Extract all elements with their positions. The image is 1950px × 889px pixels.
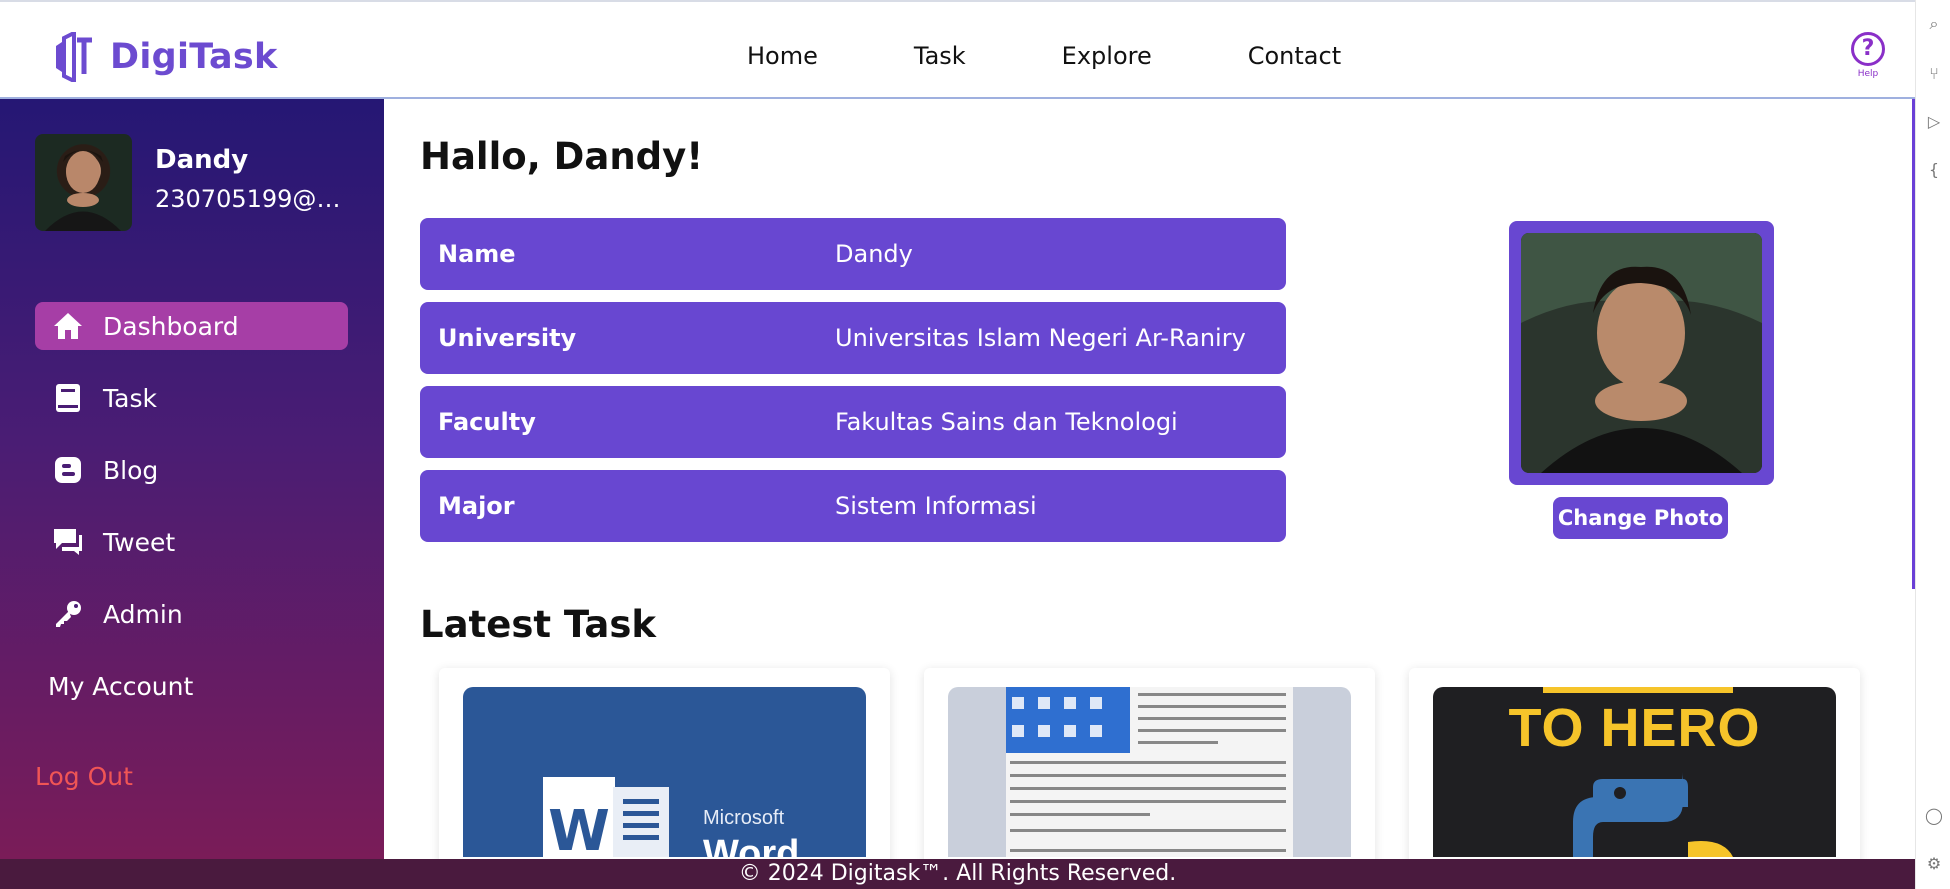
sidebar-item-admin[interactable]: Admin bbox=[35, 590, 348, 638]
profile-name: Dandy bbox=[155, 145, 249, 175]
info-label: University bbox=[438, 324, 577, 352]
task-card[interactable]: TO HERO bbox=[1409, 668, 1860, 868]
nav-link-home[interactable]: Home bbox=[747, 42, 818, 70]
nav-link-explore[interactable]: Explore bbox=[1062, 42, 1152, 70]
info-value: Sistem Informasi bbox=[835, 492, 1037, 520]
blogger-icon bbox=[51, 453, 85, 487]
sidebar-item-label: Blog bbox=[103, 455, 159, 485]
profile-photo bbox=[1521, 233, 1762, 473]
task-card[interactable] bbox=[924, 668, 1375, 868]
search-icon[interactable]: ⌕ bbox=[1924, 14, 1944, 34]
latest-task-heading: Latest Task bbox=[420, 603, 656, 646]
change-photo-button[interactable]: Change Photo bbox=[1553, 497, 1728, 539]
profile-info-table: Name Dandy University Universitas Islam … bbox=[420, 218, 1286, 554]
svg-text:W: W bbox=[548, 799, 610, 857]
info-label: Name bbox=[438, 240, 516, 268]
profile-photo-frame bbox=[1509, 221, 1774, 485]
nav-link-task[interactable]: Task bbox=[914, 42, 966, 70]
digitask-logo-icon bbox=[56, 32, 92, 82]
sidebar-item-label: Task bbox=[103, 383, 157, 413]
task-card[interactable]: W Microsoft Word bbox=[439, 668, 890, 868]
help-label: Help bbox=[1857, 69, 1879, 79]
logout-link[interactable]: Log Out bbox=[35, 762, 133, 791]
help-icon: ? bbox=[1851, 32, 1885, 66]
page-title: Hallo, Dandy! bbox=[420, 135, 704, 178]
nav-link-contact[interactable]: Contact bbox=[1248, 42, 1341, 70]
sidebar-item-label: My Account bbox=[48, 671, 194, 701]
sidebar-item-label: Tweet bbox=[103, 527, 176, 557]
task-thumbnail bbox=[948, 687, 1351, 857]
sidebar-item-label: Dashboard bbox=[103, 311, 239, 341]
sidebar-item-label: Admin bbox=[103, 599, 183, 629]
brand-name: DigiTask bbox=[110, 37, 278, 77]
key-icon bbox=[51, 597, 85, 631]
task-thumbnail: TO HERO bbox=[1433, 687, 1836, 857]
avatar bbox=[35, 134, 132, 231]
info-row-university: University Universitas Islam Negeri Ar-R… bbox=[420, 302, 1286, 374]
chat-icon bbox=[51, 525, 85, 559]
help-button[interactable]: ? Help bbox=[1848, 32, 1888, 79]
sidebar-item-task[interactable]: Task bbox=[35, 374, 348, 422]
sidebar-menu: Dashboard Task Blog Tweet Admin My Accou… bbox=[35, 302, 348, 734]
source-control-icon[interactable]: ⑂ bbox=[1924, 64, 1944, 84]
brand[interactable]: DigiTask bbox=[52, 32, 278, 82]
footer: © 2024 Digitask™. All Rights Reserved. bbox=[0, 859, 1915, 889]
run-debug-icon[interactable]: ▷ bbox=[1924, 112, 1944, 132]
info-value: Fakultas Sains dan Teknologi bbox=[835, 408, 1178, 436]
side-toolbar: ⌕ ⑂ ▷ { ◯ ⚙ bbox=[1915, 0, 1950, 889]
task-thumb-text: TO HERO bbox=[1508, 698, 1761, 758]
info-label: Faculty bbox=[438, 408, 536, 436]
nav-links: Home Task Explore Contact bbox=[747, 42, 1437, 70]
sidebar-item-dashboard[interactable]: Dashboard bbox=[35, 302, 348, 350]
profile-email: 230705199@st... bbox=[155, 185, 345, 213]
sidebar: Dandy 230705199@st... Dashboard Task Blo… bbox=[0, 99, 384, 859]
task-thumb-text: Microsoft bbox=[703, 807, 785, 829]
info-value: Dandy bbox=[835, 240, 913, 268]
account-icon[interactable]: ◯ bbox=[1924, 806, 1944, 826]
info-row-name: Name Dandy bbox=[420, 218, 1286, 290]
settings-gear-icon[interactable]: ⚙ bbox=[1924, 854, 1944, 874]
home-icon bbox=[51, 309, 85, 343]
sidebar-item-my-account[interactable]: My Account bbox=[35, 662, 348, 710]
book-icon bbox=[51, 381, 85, 415]
braces-icon[interactable]: { bbox=[1924, 160, 1944, 180]
sidebar-item-tweet[interactable]: Tweet bbox=[35, 518, 348, 566]
task-thumb-text: Word bbox=[703, 833, 800, 857]
info-value: Universitas Islam Negeri Ar-Raniry bbox=[835, 324, 1246, 352]
info-label: Major bbox=[438, 492, 515, 520]
sidebar-item-blog[interactable]: Blog bbox=[35, 446, 348, 494]
top-navbar: DigiTask Home Task Explore Contact ? Hel… bbox=[0, 0, 1915, 99]
info-row-major: Major Sistem Informasi bbox=[420, 470, 1286, 542]
task-thumbnail: W Microsoft Word bbox=[463, 687, 866, 857]
info-row-faculty: Faculty Fakultas Sains dan Teknologi bbox=[420, 386, 1286, 458]
